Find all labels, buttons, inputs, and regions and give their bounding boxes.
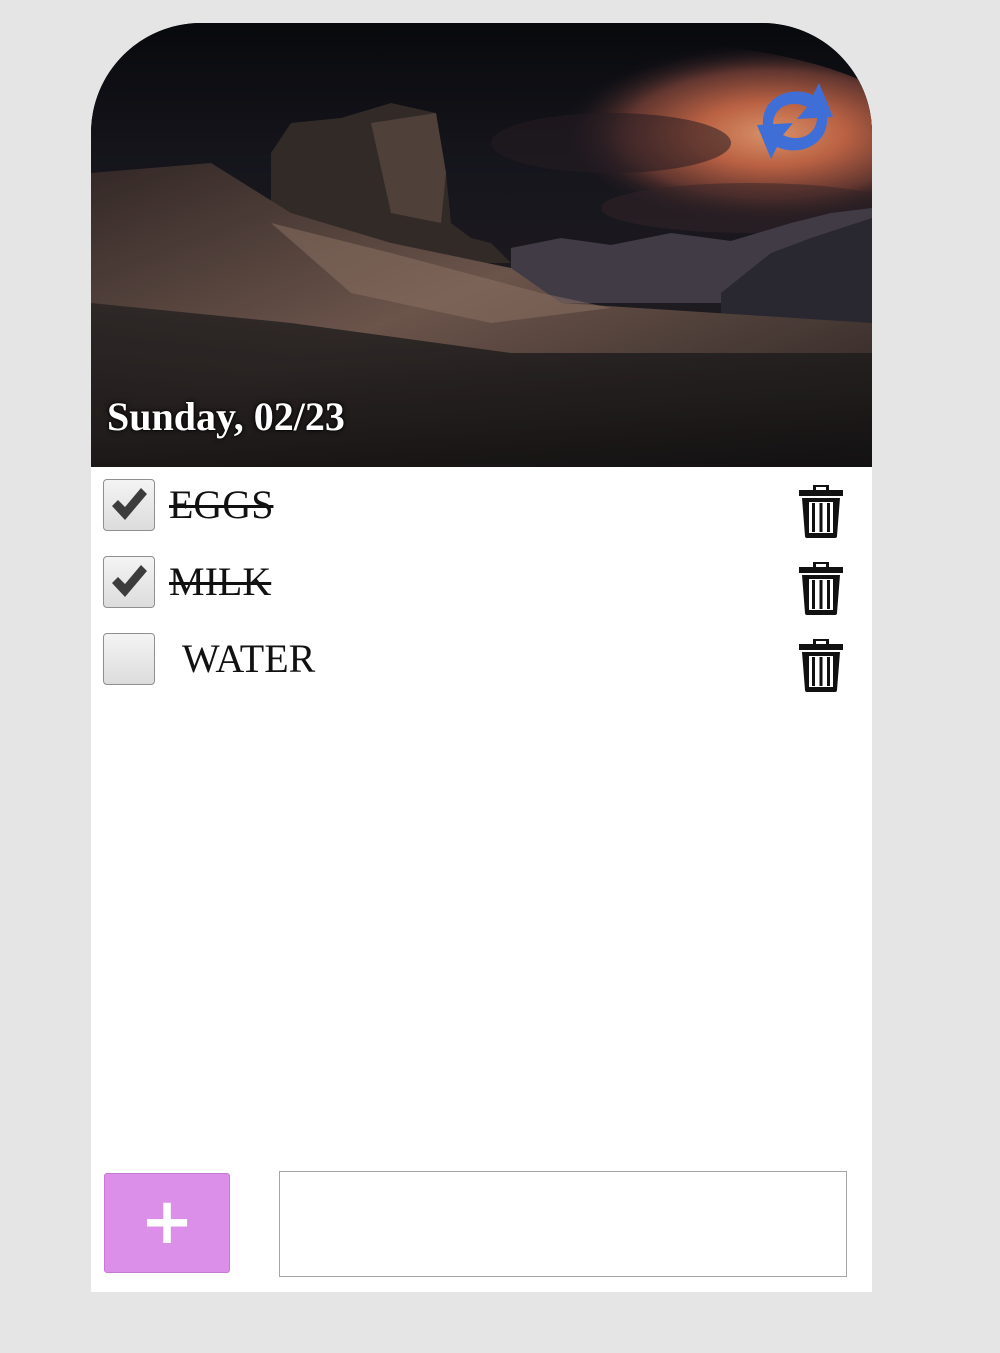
list-item: WATER bbox=[91, 621, 872, 692]
item-label: WATER bbox=[182, 636, 316, 681]
item-checkbox[interactable] bbox=[103, 556, 155, 608]
trash-icon[interactable] bbox=[795, 481, 847, 539]
checkmark-icon bbox=[112, 565, 147, 597]
item-checkbox[interactable] bbox=[103, 633, 155, 685]
item-label: MILK bbox=[169, 559, 272, 604]
item-label: EGGS bbox=[169, 482, 274, 527]
item-checkbox[interactable] bbox=[103, 479, 155, 531]
trash-icon[interactable] bbox=[795, 635, 847, 693]
list-item: EGGS bbox=[91, 467, 872, 538]
date-label: Sunday, 02/23 bbox=[107, 394, 345, 439]
trash-icon[interactable] bbox=[795, 558, 847, 616]
list-item: MILK bbox=[91, 544, 872, 615]
header-image: Sunday, 02/23 bbox=[91, 23, 872, 467]
todo-card: Sunday, 02/23 EGGS MILK WATER + bbox=[91, 23, 872, 1292]
add-item-button[interactable]: + bbox=[104, 1173, 230, 1273]
refresh-button[interactable] bbox=[751, 75, 839, 167]
new-item-input[interactable] bbox=[279, 1171, 847, 1277]
checkmark-icon bbox=[112, 488, 147, 520]
refresh-icon bbox=[757, 83, 833, 159]
